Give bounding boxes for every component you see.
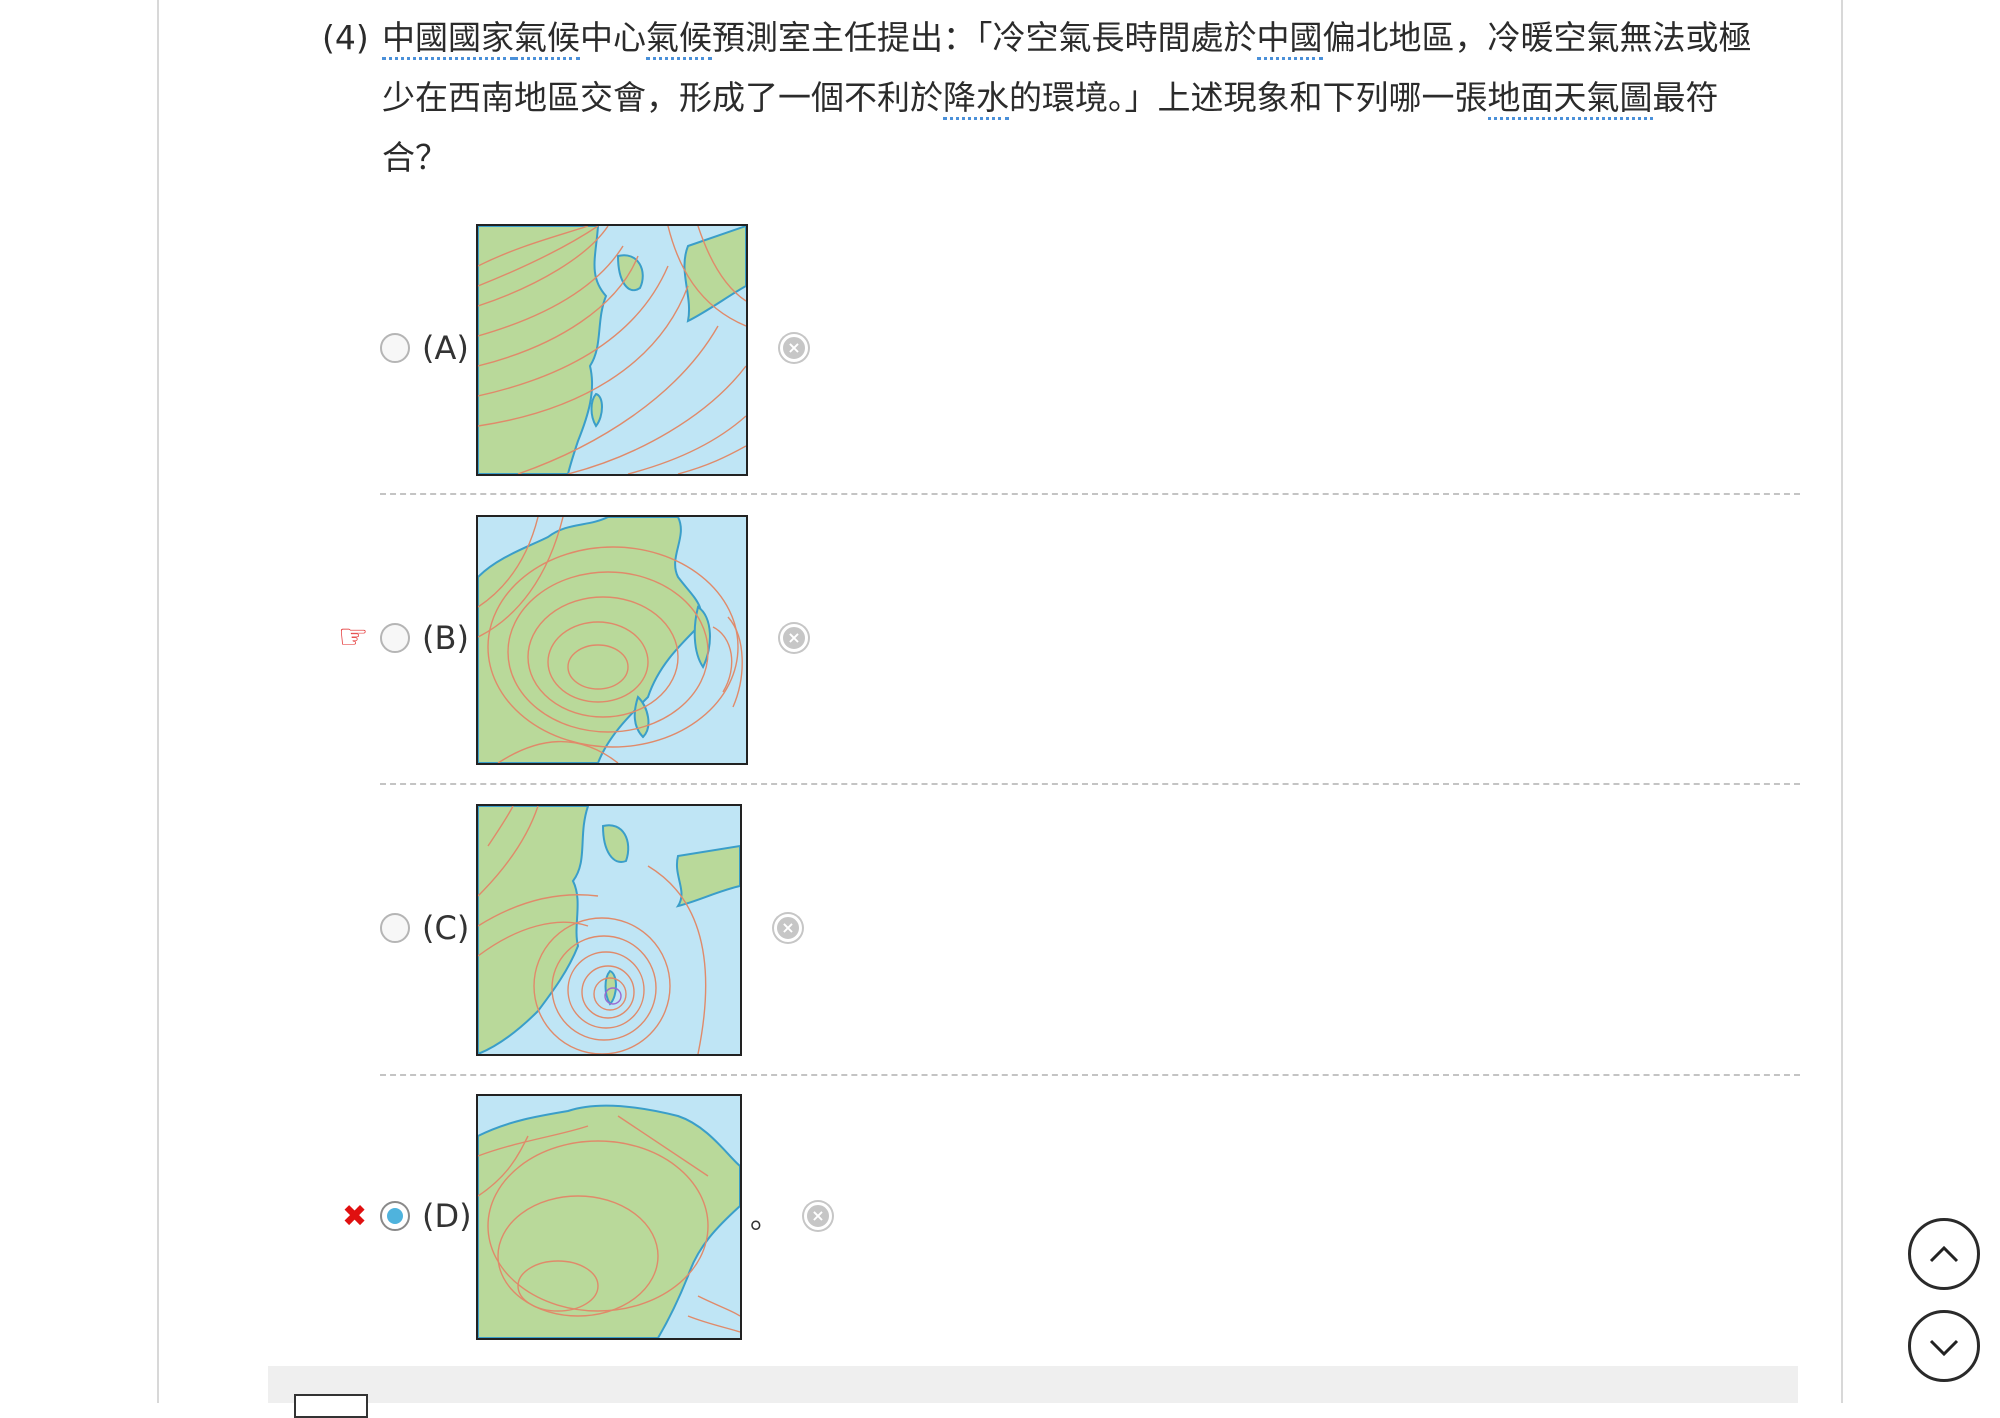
pointing-hand-icon: ☞ <box>338 617 369 657</box>
question-segment: 中心 <box>580 18 646 57</box>
surface-weather-map-a <box>476 224 748 476</box>
question-keyword[interactable]: 中國 <box>1256 18 1323 60</box>
option-c-close-circle-icon[interactable]: × <box>774 914 802 942</box>
question-segment: 預測室主任提出：「冷空氣長時間處於 <box>712 18 1257 57</box>
chevron-down-icon <box>1929 1339 1959 1357</box>
option-divider <box>380 1074 1800 1076</box>
option-d-close-circle-icon[interactable]: × <box>804 1202 832 1230</box>
question-keyword[interactable]: 中國國家 <box>382 18 514 60</box>
answer-panel-box <box>294 1394 368 1418</box>
option-divider <box>380 783 1800 785</box>
surface-weather-map-d <box>476 1094 742 1340</box>
question-number: (4) <box>322 18 369 57</box>
option-a-label: (A) <box>422 329 469 367</box>
question-keyword[interactable]: 氣候 <box>514 18 580 60</box>
option-d[interactable]: ✖ (D) 。 × <box>342 1093 1800 1341</box>
page-border-left <box>157 0 159 1403</box>
question-text: 中國國家氣候中心氣候預測室主任提出：「冷空氣長時間處於中國偏北地區，冷暖空氣無法… <box>382 8 1782 188</box>
answer-panel <box>268 1366 1798 1418</box>
question-keyword[interactable]: 降水 <box>943 78 1009 120</box>
option-d-label: (D) <box>422 1197 472 1235</box>
chevron-up-icon <box>1929 1245 1959 1263</box>
option-b-close-circle-icon[interactable]: × <box>780 624 808 652</box>
page-border-right <box>1841 0 1843 1403</box>
surface-weather-map-c <box>476 804 742 1056</box>
option-b[interactable]: ☞ (B) × <box>338 513 1800 765</box>
option-c-label: (C) <box>422 909 470 947</box>
option-a-close-circle-icon[interactable]: × <box>780 334 808 362</box>
wrong-mark-icon: ✖ <box>342 1199 368 1234</box>
question-segment: 的環境。」上述現象和下列哪一張 <box>1009 78 1488 117</box>
option-c[interactable]: (C) × <box>380 803 1800 1056</box>
surface-weather-map-b <box>476 515 748 765</box>
question-keyword[interactable]: 地面天氣圖 <box>1487 78 1653 120</box>
option-b-label: (B) <box>422 619 469 657</box>
scroll-down-button[interactable] <box>1908 1310 1980 1382</box>
option-a-radio[interactable] <box>380 333 410 363</box>
scroll-up-button[interactable] <box>1908 1218 1980 1290</box>
option-c-radio[interactable] <box>380 913 410 943</box>
option-b-radio[interactable] <box>380 623 410 653</box>
question-keyword[interactable]: 氣候 <box>646 18 712 60</box>
answer-period: 。 <box>750 1201 780 1236</box>
option-d-radio[interactable] <box>380 1201 410 1231</box>
option-a[interactable]: (A) × <box>380 222 1800 476</box>
option-divider <box>380 493 1800 495</box>
